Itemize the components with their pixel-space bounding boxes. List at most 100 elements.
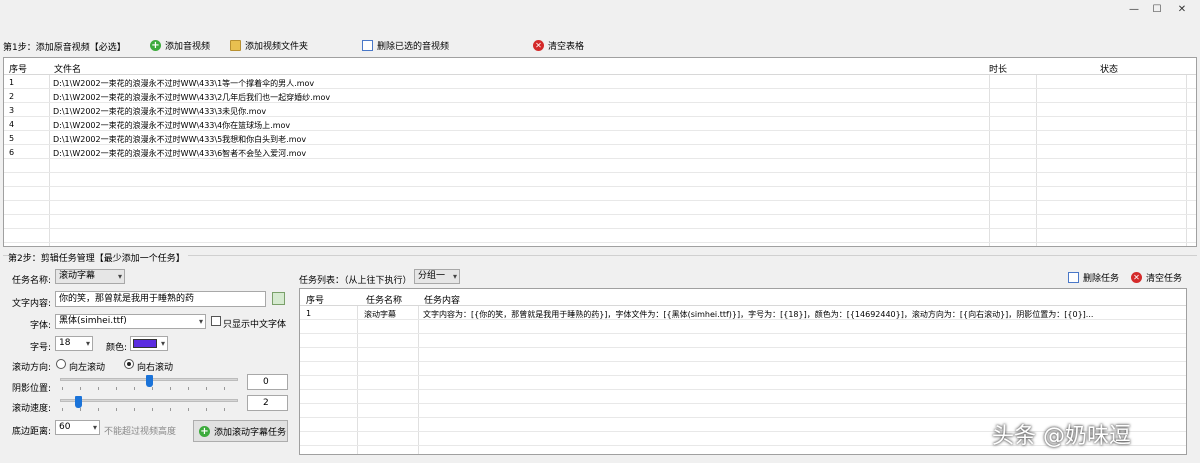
table-row bbox=[4, 229, 1196, 243]
file-table[interactable]: 序号 文件名 时长 状态 1 D:\1\W2002一束花的浪漫永不过时WW\43… bbox=[3, 57, 1197, 247]
col-index: 序号 bbox=[9, 65, 28, 75]
add-scroll-task-button[interactable]: + 添加滚动字幕任务 bbox=[193, 420, 288, 442]
col-task-index: 序号 bbox=[306, 296, 325, 306]
table-row bbox=[300, 390, 1186, 404]
color-label: 颜色: bbox=[106, 343, 128, 353]
table-row bbox=[300, 334, 1186, 348]
chevron-down-icon: ▾ bbox=[452, 272, 457, 281]
chevron-down-icon: ▾ bbox=[85, 339, 90, 348]
speed-slider-track[interactable] bbox=[60, 399, 238, 402]
table-row bbox=[300, 362, 1186, 376]
direction-label: 滚动方向: bbox=[12, 363, 52, 373]
clear-tasks-button[interactable]: ✕ 清空任务 bbox=[1127, 269, 1186, 285]
color-picker[interactable]: ▾ bbox=[130, 336, 168, 351]
shadow-label: 阴影位置: bbox=[12, 384, 52, 394]
row-index: 5 bbox=[9, 134, 15, 143]
clear-icon: ✕ bbox=[533, 39, 544, 51]
scroll-left-radio[interactable] bbox=[56, 359, 66, 369]
task-name-select[interactable]: 滚动字幕 ▾ bbox=[55, 269, 125, 284]
clear-tasks-label: 清空任务 bbox=[1146, 273, 1183, 284]
bottom-margin-label: 底边距离: bbox=[12, 427, 52, 437]
text-content-input[interactable]: 你的笑，那曾就是我用于睡熟的药 bbox=[55, 291, 266, 307]
delete-task-button[interactable]: 删除任务 bbox=[1064, 269, 1123, 285]
row-index: 3 bbox=[9, 106, 15, 115]
task-name-label: 任务名称: bbox=[12, 276, 52, 286]
table-row bbox=[4, 159, 1196, 173]
row-filename: D:\1\W2002一束花的浪漫永不过时WW\433\2几年后我们也一起穿婚纱.… bbox=[53, 93, 331, 102]
table-row bbox=[4, 187, 1196, 201]
scroll-right-radio[interactable] bbox=[124, 359, 134, 369]
only-chinese-checkbox[interactable] bbox=[211, 316, 221, 326]
task-row-index: 1 bbox=[306, 309, 312, 318]
font-value: 黑体(simhei.ttf) bbox=[59, 316, 127, 326]
group-select[interactable]: 分组一 ▾ bbox=[414, 269, 460, 284]
table-row bbox=[4, 173, 1196, 187]
close-window-button[interactable]: ✕ bbox=[1172, 3, 1192, 17]
col-filename: 文件名 bbox=[54, 65, 82, 75]
task-table-header: 序号 任务名称 任务内容 bbox=[300, 289, 1186, 306]
row-index: 2 bbox=[9, 92, 15, 101]
bottom-margin-value: 60 bbox=[59, 422, 71, 432]
bottom-margin-select[interactable]: 60 ▾ bbox=[55, 420, 100, 435]
table-row[interactable]: 1 滚动字幕 文字内容为：[{你的笑，那曾就是我用于睡熟的药}]，字体文件为：[… bbox=[300, 306, 1186, 320]
table-row[interactable]: 6 D:\1\W2002一束花的浪漫永不过时WW\433\6智者不会坠入爱河.m… bbox=[4, 145, 1196, 159]
table-row[interactable]: 1 D:\1\W2002一束花的浪漫永不过时WW\433\1等一个撑着伞的男人.… bbox=[4, 75, 1196, 89]
table-row bbox=[300, 320, 1186, 334]
group-value: 分组一 bbox=[418, 271, 446, 281]
chevron-down-icon: ▾ bbox=[92, 423, 97, 432]
speed-input[interactable]: 2 bbox=[247, 395, 288, 411]
delete-list-icon bbox=[362, 39, 373, 51]
minimize-button[interactable]: — bbox=[1124, 3, 1144, 17]
table-row[interactable]: 3 D:\1\W2002一束花的浪漫永不过时WW\433\3未见你.mov bbox=[4, 103, 1196, 117]
file-table-header: 序号 文件名 时长 状态 bbox=[4, 58, 1196, 75]
row-filename: D:\1\W2002一束花的浪漫永不过时WW\433\6智者不会坠入爱河.mov bbox=[53, 149, 307, 158]
delete-selected-label: 删除已选的音视频 bbox=[377, 41, 450, 52]
shadow-value: 0 bbox=[263, 377, 269, 387]
table-row bbox=[300, 376, 1186, 390]
add-video-button[interactable]: + 添加音视频 bbox=[146, 37, 214, 53]
clear-table-label: 清空表格 bbox=[548, 41, 585, 52]
col-status: 状态 bbox=[1100, 65, 1119, 75]
speed-value: 2 bbox=[263, 398, 269, 408]
row-filename: D:\1\W2002一束花的浪漫永不过时WW\433\3未见你.mov bbox=[53, 107, 267, 116]
row-filename: D:\1\W2002一束花的浪漫永不过时WW\433\5我想和你白头到老.mov bbox=[53, 135, 307, 144]
col-duration: 时长 bbox=[989, 65, 1008, 75]
table-row bbox=[4, 215, 1196, 229]
shadow-input[interactable]: 0 bbox=[247, 374, 288, 390]
table-row bbox=[300, 404, 1186, 418]
add-scroll-task-label: 添加滚动字幕任务 bbox=[214, 427, 287, 438]
font-select[interactable]: 黑体(simhei.ttf) ▾ bbox=[55, 314, 206, 329]
row-filename: D:\1\W2002一束花的浪漫永不过时WW\433\4你在篮球场上.mov bbox=[53, 121, 291, 130]
color-swatch bbox=[133, 339, 157, 348]
row-index: 4 bbox=[9, 120, 15, 129]
shadow-slider-thumb[interactable] bbox=[146, 375, 153, 387]
text-content-label: 文字内容: bbox=[12, 299, 52, 309]
task-row-name: 滚动字幕 bbox=[364, 310, 396, 319]
col-task-content: 任务内容 bbox=[424, 296, 461, 306]
size-select[interactable]: 18 ▾ bbox=[55, 336, 93, 351]
folder-icon bbox=[230, 39, 241, 51]
only-chinese-label: 只显示中文字体 bbox=[223, 320, 287, 330]
col-task-name: 任务名称 bbox=[366, 296, 403, 306]
table-row[interactable]: 4 D:\1\W2002一束花的浪漫永不过时WW\433\4你在篮球场上.mov bbox=[4, 117, 1196, 131]
task-list-label: 任务列表：（从上往下执行） bbox=[299, 276, 412, 286]
chevron-down-icon: ▾ bbox=[117, 272, 122, 281]
delete-selected-button[interactable]: 删除已选的音视频 bbox=[358, 37, 453, 53]
table-row[interactable]: 2 D:\1\W2002一束花的浪漫永不过时WW\433\2几年后我们也一起穿婚… bbox=[4, 89, 1196, 103]
plus-icon: + bbox=[199, 425, 210, 437]
clear-icon: ✕ bbox=[1131, 271, 1142, 283]
clear-table-button[interactable]: ✕ 清空表格 bbox=[529, 37, 588, 53]
text-editor-icon[interactable] bbox=[272, 292, 285, 305]
delete-list-icon bbox=[1068, 271, 1079, 283]
text-content-value: 你的笑，那曾就是我用于睡熟的药 bbox=[59, 294, 195, 304]
step1-label: 第1步：添加原音视频【必选】 bbox=[3, 43, 126, 53]
step2-label: 第2步：剪辑任务管理【最少添加一个任务】 bbox=[8, 251, 188, 264]
bottom-margin-hint: 不能超过视频高度 bbox=[104, 427, 177, 437]
speed-label: 滚动速度: bbox=[12, 404, 52, 414]
add-folder-button[interactable]: 添加视频文件夹 bbox=[226, 37, 312, 53]
maximize-button[interactable]: ☐ bbox=[1147, 3, 1167, 17]
table-row[interactable]: 5 D:\1\W2002一束花的浪漫永不过时WW\433\5我想和你白头到老.m… bbox=[4, 131, 1196, 145]
delete-task-label: 删除任务 bbox=[1083, 273, 1120, 284]
add-video-label: 添加音视频 bbox=[165, 41, 211, 52]
speed-slider-thumb[interactable] bbox=[74, 396, 82, 408]
